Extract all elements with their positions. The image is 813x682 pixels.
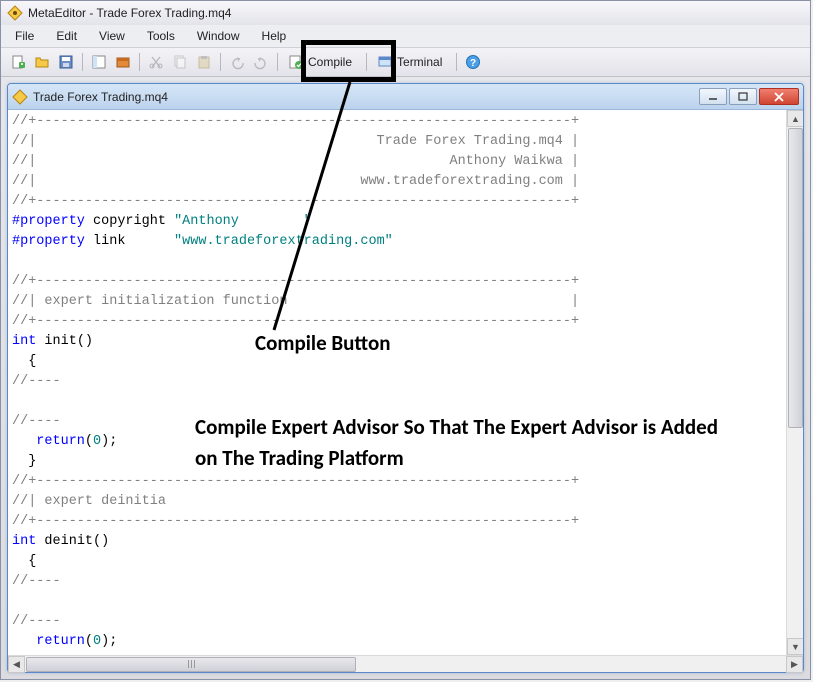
menu-file[interactable]: File: [5, 27, 44, 45]
close-button[interactable]: [759, 88, 799, 105]
scroll-track[interactable]: [25, 656, 786, 673]
document-icon: [12, 89, 28, 105]
help-button[interactable]: ?: [462, 51, 484, 73]
vertical-scrollbar[interactable]: ▲ ▼: [786, 110, 803, 655]
separator: [366, 53, 367, 71]
menu-edit[interactable]: Edit: [46, 27, 87, 45]
navigator-button[interactable]: [88, 51, 110, 73]
titlebar: MetaEditor - Trade Forex Trading.mq4: [1, 1, 810, 25]
paste-button[interactable]: [193, 51, 215, 73]
compile-label: Compile: [308, 55, 352, 69]
menu-help[interactable]: Help: [252, 27, 297, 45]
toolbox-button[interactable]: [112, 51, 134, 73]
menu-window[interactable]: Window: [187, 27, 250, 45]
separator: [456, 53, 457, 71]
window-controls: [699, 88, 799, 105]
minimize-button[interactable]: [699, 88, 727, 105]
code-editor[interactable]: //+-------------------------------------…: [8, 110, 786, 655]
separator: [277, 53, 278, 71]
scroll-left-button[interactable]: ◀: [8, 656, 25, 673]
window-title: MetaEditor - Trade Forex Trading.mq4: [28, 6, 231, 20]
terminal-label: Terminal: [397, 55, 442, 69]
toolbar: Compile Terminal ?: [1, 47, 810, 77]
separator: [139, 53, 140, 71]
save-button[interactable]: [55, 51, 77, 73]
cut-button[interactable]: [145, 51, 167, 73]
scroll-down-button[interactable]: ▼: [787, 638, 803, 655]
copy-button[interactable]: [169, 51, 191, 73]
scroll-right-button[interactable]: ▶: [786, 656, 803, 673]
document-area: Trade Forex Trading.mq4 //+-------------…: [1, 77, 810, 679]
document-title: Trade Forex Trading.mq4: [33, 90, 699, 104]
menu-tools[interactable]: Tools: [137, 27, 185, 45]
compile-button[interactable]: Compile: [283, 51, 361, 73]
svg-text:?: ?: [470, 58, 476, 69]
scroll-thumb[interactable]: [26, 657, 356, 672]
open-button[interactable]: [31, 51, 53, 73]
app-window: MetaEditor - Trade Forex Trading.mq4 Fil…: [0, 0, 811, 680]
redo-button[interactable]: [250, 51, 272, 73]
menubar: File Edit View Tools Window Help: [1, 25, 810, 47]
maximize-button[interactable]: [729, 88, 757, 105]
app-icon: [7, 5, 23, 21]
document-titlebar: Trade Forex Trading.mq4: [8, 84, 803, 110]
scroll-thumb[interactable]: [788, 128, 803, 428]
terminal-button[interactable]: Terminal: [372, 51, 451, 73]
horizontal-scrollbar[interactable]: ◀ ▶: [8, 655, 803, 672]
separator: [82, 53, 83, 71]
scroll-up-button[interactable]: ▲: [787, 110, 803, 127]
editor-wrap: //+-------------------------------------…: [8, 110, 803, 655]
undo-button[interactable]: [226, 51, 248, 73]
document-window: Trade Forex Trading.mq4 //+-------------…: [7, 83, 804, 673]
menu-view[interactable]: View: [89, 27, 135, 45]
separator: [220, 53, 221, 71]
new-file-button[interactable]: [7, 51, 29, 73]
